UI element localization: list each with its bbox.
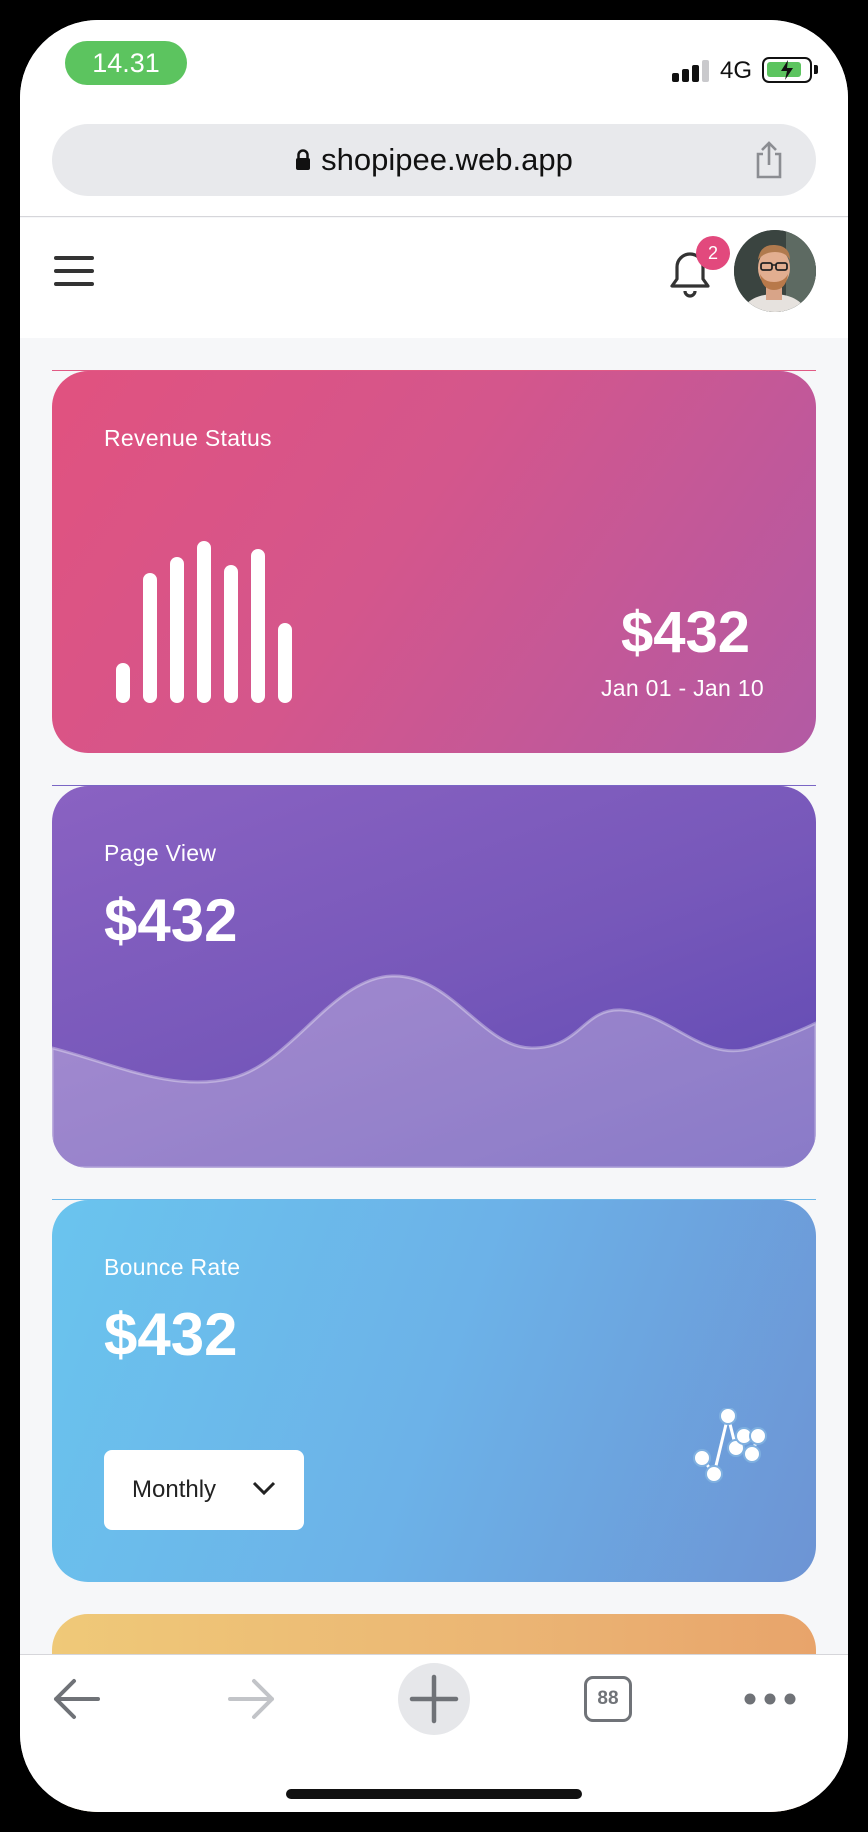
bounce-rate-amount: $432 [104, 1301, 238, 1368]
period-value: Monthly [132, 1476, 217, 1503]
new-tab-button[interactable] [398, 1663, 470, 1735]
page-view-card[interactable]: Page View $432 [52, 786, 816, 1168]
bounce-rate-card[interactable]: Bounce Rate $432 Monthly [52, 1200, 816, 1582]
scatter-icon [693, 1408, 767, 1483]
tabs-count: 88 [597, 1688, 619, 1709]
status-time: 14.31 [65, 41, 187, 85]
notification-badge: 2 [696, 236, 730, 270]
avatar[interactable] [734, 230, 816, 312]
battery-icon [762, 57, 818, 83]
address-bar[interactable]: shopipee.web.app [52, 124, 816, 196]
card-title: Bounce Rate [104, 1254, 241, 1280]
chevron-down-icon [252, 1481, 276, 1496]
url-text: shopipee.web.app [321, 142, 573, 177]
share-icon[interactable] [752, 140, 786, 180]
home-indicator [286, 1789, 582, 1799]
signal-icon [672, 60, 712, 82]
revenue-amount: $432 [620, 600, 750, 665]
back-arrow-icon[interactable] [48, 1663, 104, 1735]
app-header: 2 [20, 218, 848, 338]
lock-icon [296, 149, 311, 170]
forward-arrow-icon[interactable] [224, 1663, 280, 1735]
card-title: Page View [104, 840, 217, 866]
screen: 14.31 4G shopipee.web.app 2 Revenue Stat… [20, 20, 848, 1812]
area-wave [52, 974, 816, 1168]
network-label: 4G [720, 57, 753, 84]
browser-address-area: shopipee.web.app [20, 120, 848, 217]
tabs-button[interactable]: 88 [584, 1676, 632, 1722]
browser-toolbar: 88 [20, 1654, 848, 1812]
more-icon[interactable] [740, 1663, 800, 1735]
menu-icon[interactable] [54, 256, 94, 286]
phone-frame: 14.31 4G shopipee.web.app 2 Revenue Stat… [0, 0, 868, 1832]
plus-icon [409, 1674, 459, 1724]
status-bar: 14.31 4G [20, 20, 848, 120]
page-view-amount: $432 [104, 887, 238, 954]
card-title: Revenue Status [104, 425, 272, 451]
period-dropdown[interactable]: Monthly [104, 1450, 304, 1530]
revenue-card[interactable]: Revenue Status $432 Jan 01 - Jan 10 [52, 371, 816, 753]
revenue-date-range: Jan 01 - Jan 10 [600, 675, 764, 701]
